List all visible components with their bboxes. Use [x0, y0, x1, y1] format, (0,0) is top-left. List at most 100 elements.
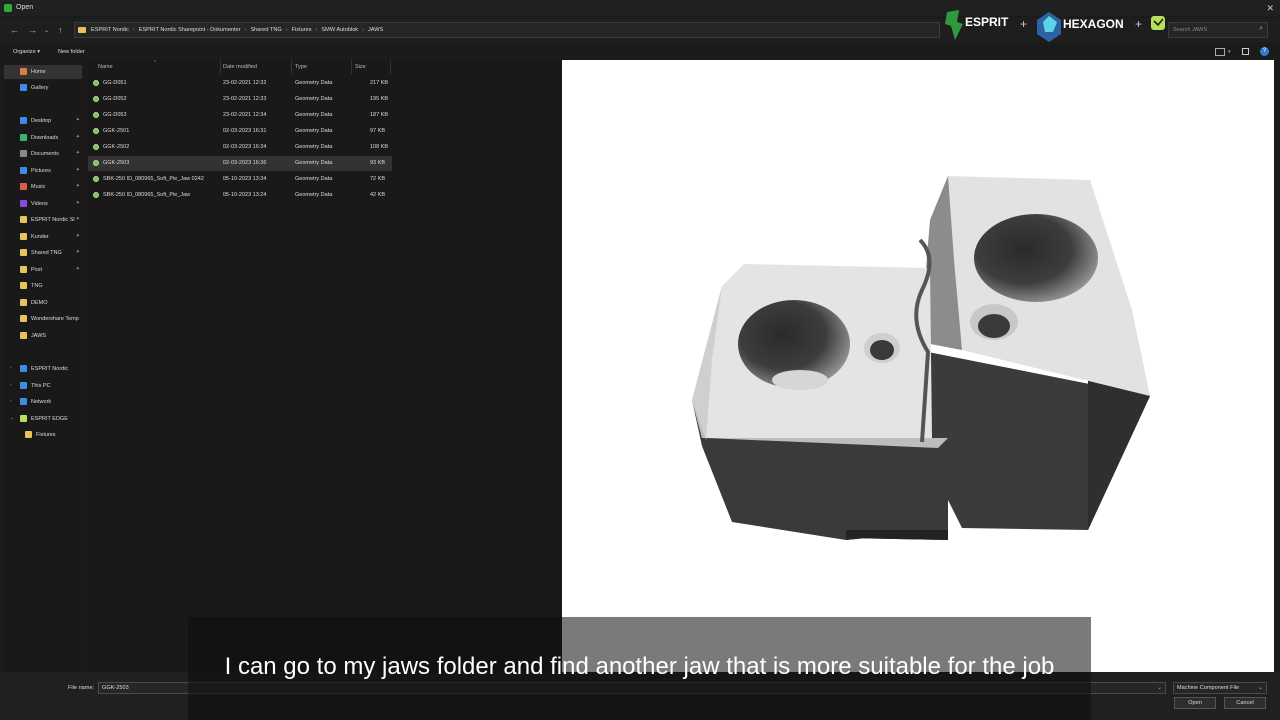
file-size: 97 KB [370, 128, 385, 134]
breadcrumb-item[interactable]: SMW Autoblok [321, 27, 358, 33]
nav-item-network[interactable]: Network › [4, 395, 82, 409]
column-header-name[interactable]: Name [98, 64, 113, 70]
nav-item-gallery[interactable]: Gallery [4, 81, 82, 95]
nav-item-esprit-nordic-sl[interactable]: ESPRIT Nordic Sl ✦ [4, 213, 82, 227]
nav-item-wondershare-temp[interactable]: Wondershare Temp [4, 312, 82, 326]
file-type: Geometry Data [295, 192, 333, 198]
file-row[interactable]: GG-D053 23-02-2021 12:34 Geometry Data 187 … [88, 108, 392, 123]
forward-arrow-icon[interactable]: → [28, 25, 37, 35]
cancel-button[interactable]: Cancel [1224, 697, 1266, 709]
nav-item-documents[interactable]: Documents ✦ [4, 147, 82, 161]
expand-chevron-icon[interactable]: › [10, 398, 12, 404]
breadcrumb: ESPRIT Nordic › ESPRIT Nordic Sharepoint -… [91, 27, 383, 33]
preview-scrollbar[interactable] [1274, 60, 1280, 672]
nav-item-demo[interactable]: DEMO [4, 296, 82, 310]
nav-item-shared-tng[interactable]: Shared TNG ✦ [4, 246, 82, 260]
search-input[interactable]: Search JAWS ⌕ [1168, 22, 1268, 38]
file-row[interactable]: GG-D051 23-02-2021 12:32 Geometry Data 217 … [88, 76, 392, 91]
nav-item-label: ESPRIT EDGE [31, 416, 68, 422]
jaw-3d-preview [692, 176, 1150, 540]
nav-item-label: JAWS [31, 333, 47, 339]
svg-text:+: + [1020, 17, 1027, 31]
column-header-size[interactable]: Size [355, 64, 366, 70]
toolbar: Organize ▾ New folder ▾ ? [0, 44, 1280, 60]
expand-chevron-icon[interactable]: › [10, 365, 12, 371]
file-name: GGK-2501 [103, 128, 130, 134]
organize-button[interactable]: Organize ▾ [13, 49, 40, 55]
preview-pane-icon[interactable] [1242, 48, 1249, 55]
folder-icon [20, 249, 27, 256]
address-bar[interactable]: ESPRIT Nordic › ESPRIT Nordic Sharepoint -… [74, 22, 940, 38]
column-header-type[interactable]: Type [295, 64, 307, 70]
window-title: Open [16, 4, 34, 11]
nav-item-label: Documents [31, 151, 59, 157]
nav-item-desktop[interactable]: Desktop ✦ [4, 114, 82, 128]
geometry-file-icon [93, 96, 99, 102]
file-row[interactable]: GGK-2503 02-03-2023 16:36 Geometry Data 93 … [88, 156, 392, 171]
breadcrumb-item[interactable]: JAWS [368, 27, 383, 33]
downloads-icon [20, 134, 27, 141]
nav-item-label: ESPRIT Nordic [31, 366, 69, 372]
nav-item-label: Desktop [31, 118, 52, 124]
nav-item-jaws[interactable]: JAWS [4, 329, 82, 343]
pin-icon: ✦ [75, 266, 80, 272]
up-arrow-icon[interactable]: ↑ [58, 25, 63, 35]
nav-item-post[interactable]: Post ✦ [4, 263, 82, 277]
nav-item-home[interactable]: Home [4, 65, 82, 79]
file-date: 23-02-2021 12:32 [223, 80, 267, 86]
breadcrumb-item[interactable]: Shared TNG [250, 27, 281, 33]
nav-item-esprit-edge[interactable]: ESPRIT EDGE ⌄ [4, 412, 82, 426]
file-row[interactable]: SBK-250 ID_080965_Soft_Pie_Jaw 0242 05-10… [88, 172, 392, 187]
file-type: Geometry Data [295, 112, 333, 118]
file-type-select[interactable]: Machine Component File ⌄ [1173, 682, 1267, 694]
search-placeholder: Search JAWS [1173, 27, 1208, 33]
nav-item-label: DEMO [31, 300, 48, 306]
open-button[interactable]: Open [1174, 697, 1216, 709]
file-row[interactable]: SBK-250 ID_080965_Soft_Pie_Jaw 05-10-2023… [88, 188, 392, 203]
file-row[interactable]: GGK-2501 02-03-2023 16:31 Geometry Data 97 … [88, 124, 392, 139]
help-icon[interactable]: ? [1260, 47, 1269, 56]
back-arrow-icon[interactable]: ← [10, 25, 19, 35]
breadcrumb-item[interactable]: ESPRIT Nordic Sharepoint - Dokumenter [139, 27, 241, 33]
file-row[interactable]: GG-D052 23-02-2021 12:33 Geometry Data 195 … [88, 92, 392, 107]
file-size: 72 KB [370, 176, 385, 182]
nav-item-fixtures[interactable]: Fixtures [4, 428, 82, 442]
file-size: 42 KB [370, 192, 385, 198]
view-options-icon[interactable] [1215, 48, 1225, 56]
new-folder-button[interactable]: New folder [58, 49, 85, 55]
pin-icon: ✦ [75, 117, 80, 123]
nav-item-this-pc[interactable]: This PC › [4, 379, 82, 393]
column-divider[interactable] [291, 60, 292, 74]
recent-chevron-icon[interactable]: ⌄ [44, 27, 49, 34]
breadcrumb-item[interactable]: ESPRIT Nordic [91, 27, 129, 33]
nav-item-label: Pictures [31, 168, 51, 174]
nav-item-videos[interactable]: Videos ✦ [4, 197, 82, 211]
expand-chevron-icon[interactable]: › [10, 382, 12, 388]
column-divider[interactable] [390, 60, 391, 74]
nav-item-tng[interactable]: TNG [4, 279, 82, 293]
file-type: Geometry Data [295, 160, 333, 166]
pin-icon: ✦ [75, 134, 80, 140]
nav-item-label: This PC [31, 383, 51, 389]
column-divider[interactable] [351, 60, 352, 74]
breadcrumb-item[interactable]: Fixtures [292, 27, 312, 33]
network-icon [20, 398, 27, 405]
file-row[interactable]: GGK-2502 02-03-2023 16:34 Geometry Data 108… [88, 140, 392, 155]
chevron-down-icon[interactable]: ⌄ [1157, 684, 1162, 691]
chevron-down-icon[interactable]: ⌄ [1258, 684, 1263, 691]
nav-item-kunder[interactable]: Kunder ✦ [4, 230, 82, 244]
folder-icon [20, 299, 27, 306]
brand-logos: ESPRIT + HEXAGON + [945, 8, 1175, 42]
file-name: GG-D051 [103, 80, 127, 86]
nav-item-downloads[interactable]: Downloads ✦ [4, 131, 82, 145]
nav-item-pictures[interactable]: Pictures ✦ [4, 164, 82, 178]
file-name: SBK-250 ID_080965_Soft_Pie_Jaw [103, 192, 191, 198]
file-name: SBK-250 ID_080965_Soft_Pie_Jaw 0242 [103, 176, 204, 182]
close-window-button[interactable]: ✕ [1266, 3, 1274, 14]
nav-item-music[interactable]: Music ✦ [4, 180, 82, 194]
view-chevron-icon[interactable]: ▾ [1228, 49, 1231, 55]
column-header-date[interactable]: Date modified [223, 64, 257, 70]
column-divider[interactable] [220, 60, 221, 74]
expand-chevron-icon[interactable]: ⌄ [10, 415, 14, 421]
nav-item-esprit-nordic[interactable]: ESPRIT Nordic › [4, 362, 82, 376]
